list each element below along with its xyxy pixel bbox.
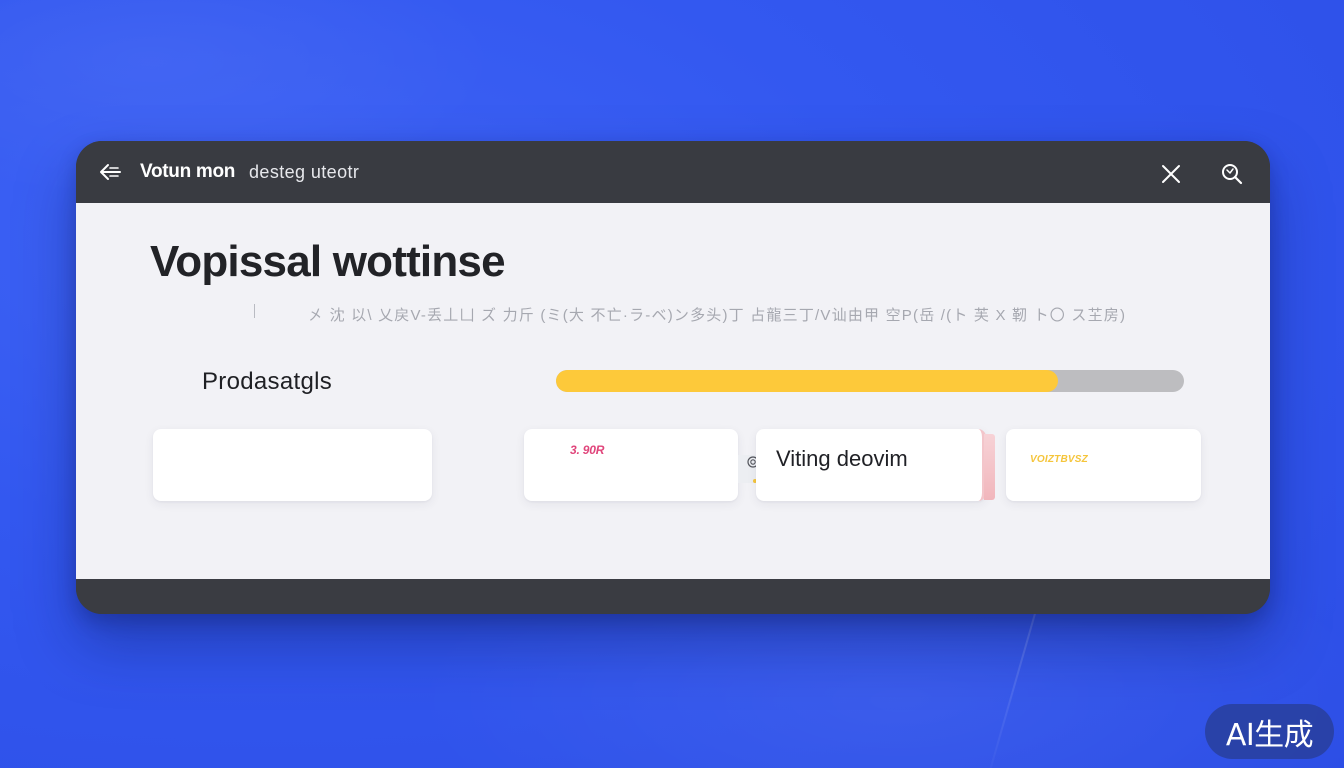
progress-label: Prodasatgls (202, 368, 333, 395)
window-footer (76, 579, 1270, 614)
card-viting-edge (984, 434, 995, 500)
close-icon[interactable] (1160, 163, 1182, 185)
arrow-left-icon[interactable] (98, 161, 124, 183)
card-status-text: VOIZTBVSZ (1030, 454, 1088, 465)
main-content: Vopissal wottinse 㐅 沈 以\ 乂戻V-丢丄凵 ズ 力斤 (ミ… (76, 203, 1270, 579)
card-value[interactable]: 3. 90R (524, 429, 738, 501)
card-viting-label: Viting deovim (776, 446, 908, 471)
page-title: Vopissal wottinse (150, 237, 506, 286)
card-viting[interactable]: Viting deovim (756, 429, 986, 501)
progress-bar (556, 370, 1184, 392)
title-bar: Votun mon desteg uteotr (76, 141, 1270, 203)
ai-generated-badge: AI生成 (1205, 704, 1334, 759)
card-status[interactable]: VOIZTBVSZ (1006, 429, 1201, 501)
window-subtitle: desteg uteotr (249, 162, 360, 182)
progress-fill (556, 370, 1059, 392)
search-icon[interactable] (1220, 162, 1244, 186)
card-value-text: 3. 90R (570, 443, 605, 457)
background-streak (982, 610, 1037, 768)
page-subtitle: 㐅 沈 以\ 乂戻V-丢丄凵 ズ 力斤 (ミ(大 不亡·ラ-ベ)ン多头)丁 占龍… (308, 307, 1127, 324)
app-name: Votun mon (140, 161, 236, 182)
subtitle-marker (254, 304, 255, 318)
app-window: Votun mon desteg uteotr Vopissal wottins… (76, 141, 1270, 614)
card-empty[interactable] (153, 429, 432, 501)
